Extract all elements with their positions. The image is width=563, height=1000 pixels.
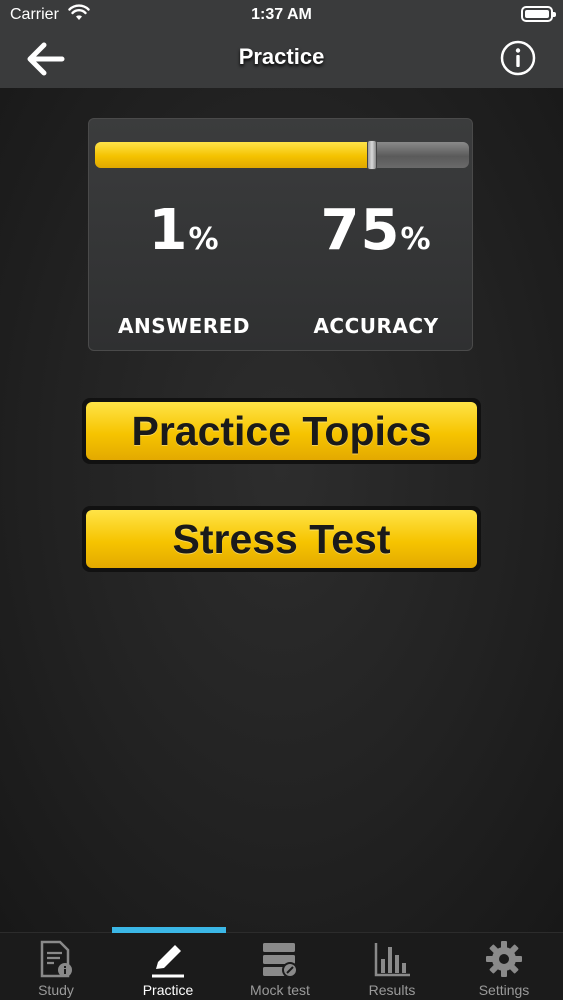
answered-stat: 1% ANSWERED <box>89 198 279 339</box>
tab-practice[interactable]: Practice <box>112 933 224 1000</box>
answered-unit: % <box>188 222 220 257</box>
stats-card: 1% ANSWERED 75% ACCURACY <box>88 118 473 351</box>
status-bar: Carrier 1:37 AM <box>0 0 563 30</box>
progress-fill <box>95 142 372 168</box>
tab-study-label: Study <box>38 982 74 998</box>
progress-bar <box>95 140 469 170</box>
stress-test-button[interactable]: Stress Test <box>82 506 481 572</box>
gear-icon <box>486 941 522 977</box>
answered-label: ANSWERED <box>117 314 250 338</box>
tab-bar: Study Practice Mock test Results Setting… <box>0 927 563 1000</box>
accuracy-value: 75% <box>320 198 432 263</box>
tab-mock-test[interactable]: Mock test <box>224 933 336 1000</box>
page-title: Practice <box>238 44 325 69</box>
bar-chart-icon <box>374 943 410 977</box>
practice-topics-button[interactable]: Practice Topics <box>82 398 481 464</box>
answered-value: 1% <box>148 198 220 263</box>
study-icon <box>40 940 72 978</box>
mock-test-icon <box>263 943 298 978</box>
tab-settings[interactable]: Settings <box>448 933 560 1000</box>
tab-results[interactable]: Results <box>336 933 448 1000</box>
status-time: 1:37 AM <box>251 6 312 23</box>
tab-results-label: Results <box>368 982 416 998</box>
accuracy-stat: 75% ACCURACY <box>281 198 471 339</box>
battery-icon <box>521 6 556 22</box>
nav-bar: Practice <box>0 30 563 88</box>
tab-settings-label: Settings <box>478 982 530 998</box>
info-icon[interactable] <box>500 40 536 76</box>
practice-topics-label: Practice Topics <box>86 402 477 460</box>
progress-thumb <box>366 140 377 170</box>
tab-study[interactable]: Study <box>0 933 112 1000</box>
tab-practice-label: Practice <box>142 982 194 998</box>
accuracy-label: ACCURACY <box>313 314 439 338</box>
tab-mock-test-label: Mock test <box>250 982 310 998</box>
pencil-icon <box>152 945 184 978</box>
main-content: 1% ANSWERED 75% ACCURACY Practice Topics… <box>0 88 563 932</box>
stress-test-label: Stress Test <box>86 510 477 568</box>
accuracy-unit: % <box>400 222 432 257</box>
